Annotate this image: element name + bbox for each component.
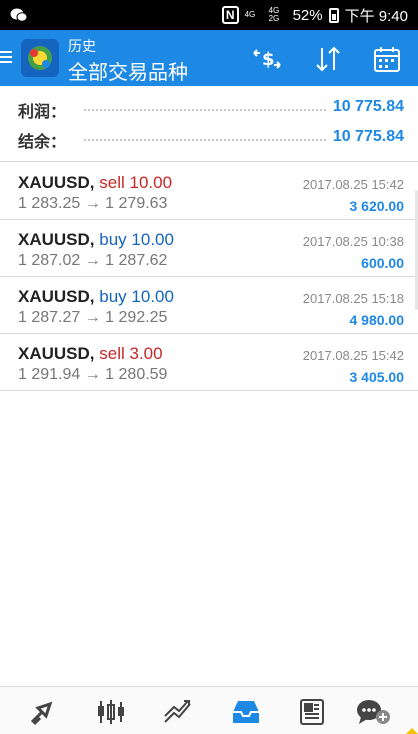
history-inbox-icon[interactable] [228, 697, 264, 727]
chat-icon[interactable] [355, 697, 391, 727]
profit-row: 利润： 10 775.84 [18, 98, 404, 121]
trade-prices: 1 287.27 → 1 292.25 [18, 309, 168, 326]
menu-icon[interactable] [0, 48, 14, 68]
sort-icon[interactable] [311, 42, 345, 76]
quotes-icon[interactable] [25, 697, 61, 727]
network-4g-icon: 4G [244, 10, 256, 19]
nfc-icon: N [221, 6, 239, 24]
profit-label: 利润： [18, 104, 67, 121]
trade-side: buy [99, 287, 127, 306]
trade-symbol: XAUUSD, [18, 230, 95, 249]
calendar-icon[interactable] [370, 42, 404, 76]
trade-side: buy [99, 230, 127, 249]
trade-profit: 3 620.00 [349, 198, 405, 214]
dotted-leader [84, 109, 326, 111]
app-bar: 历史 全部交易品种 $ [0, 30, 418, 86]
chart-candles-icon[interactable] [93, 697, 129, 727]
trade-volume: 10.00 [129, 173, 173, 192]
wechat-icon [10, 8, 28, 22]
corner-marker [403, 728, 418, 734]
trade-row[interactable]: XAUUSD, sell 10.00 1 283.25 → 1 279.63 2… [0, 163, 418, 220]
trade-prices: 1 283.25 → 1 279.63 [18, 195, 168, 212]
trade-side: sell [99, 173, 125, 192]
trade-volume: 3.00 [129, 344, 163, 363]
clock: 下午 9:40 [344, 7, 408, 25]
trade-volume: 10.00 [131, 287, 174, 306]
bottom-navigation [0, 686, 418, 734]
trade-symbol: XAUUSD, [18, 344, 95, 363]
app-subtitle: 历史 [68, 38, 96, 54]
trade-side: sell [99, 344, 125, 363]
app-logo[interactable] [21, 39, 59, 77]
trade-history-list: XAUUSD, sell 10.00 1 283.25 → 1 279.63 2… [0, 163, 418, 391]
status-bar: N 4G 4G 2G 52% 下午 9:40 [0, 0, 418, 30]
account-summary: 利润： 10 775.84 结余： 10 775.84 [0, 86, 418, 162]
trade-prices: 1 291.94 → 1 280.59 [18, 366, 168, 383]
trade-title: XAUUSD, sell 3.00 [18, 344, 163, 364]
profit-value: 10 775.84 [332, 98, 404, 115]
trade-date: 2017.08.25 15:18 [302, 291, 404, 306]
battery-percent: 52% [292, 6, 323, 24]
trade-icon[interactable] [160, 697, 196, 727]
news-icon[interactable] [294, 697, 330, 727]
trade-volume: 10.00 [131, 230, 174, 249]
network-2g-icon: 4G 2G [268, 6, 280, 23]
trade-date: 2017.08.25 10:38 [302, 234, 404, 249]
trade-prices: 1 287.02 → 1 287.62 [18, 252, 168, 269]
trade-symbol: XAUUSD, [18, 287, 95, 306]
battery-icon [328, 7, 339, 23]
trade-date: 2017.08.25 15:42 [302, 177, 404, 192]
dotted-leader [84, 139, 326, 141]
svg-text:$: $ [262, 49, 275, 70]
currency-exchange-icon[interactable]: $ [250, 42, 284, 76]
trade-date: 2017.08.25 15:42 [302, 348, 404, 363]
page-title[interactable]: 全部交易品种 [68, 56, 188, 85]
trade-profit: 600.00 [361, 255, 404, 271]
trade-profit: 3 405.00 [349, 369, 405, 385]
trade-row[interactable]: XAUUSD, buy 10.00 1 287.27 → 1 292.25 20… [0, 277, 418, 334]
balance-value: 10 775.84 [332, 128, 404, 145]
trade-symbol: XAUUSD, [18, 173, 95, 192]
trade-title: XAUUSD, sell 10.00 [18, 173, 172, 193]
balance-row: 结余： 10 775.84 [18, 128, 404, 151]
trade-profit: 4 980.00 [349, 312, 405, 328]
trade-row[interactable]: XAUUSD, buy 10.00 1 287.02 → 1 287.62 20… [0, 220, 418, 277]
trade-title: XAUUSD, buy 10.00 [18, 287, 174, 307]
balance-label: 结余： [18, 134, 67, 151]
trade-row[interactable]: XAUUSD, sell 3.00 1 291.94 → 1 280.59 20… [0, 334, 418, 391]
status-indicators: N 4G 4G 2G 52% 下午 9:40 [221, 5, 408, 25]
trade-title: XAUUSD, buy 10.00 [18, 230, 174, 250]
